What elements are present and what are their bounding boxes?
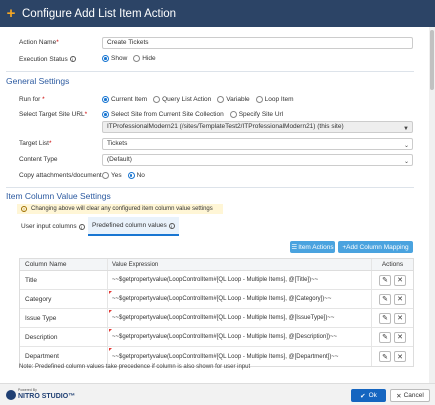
edit-icon[interactable]: ✎ (379, 274, 391, 286)
add-column-mapping-button[interactable]: +Add Column Mapping (338, 241, 413, 253)
table-row: Issue Type ~~$getpropertyvalue(LoopContr… (20, 309, 413, 328)
table-row: Description ~~$getpropertyvalue(LoopCont… (20, 328, 413, 347)
content-type-label: Content Type (19, 156, 58, 163)
table-header: Column Name Value Expression Actions (20, 259, 413, 271)
radio-loop-item[interactable]: Loop Item (255, 96, 294, 103)
tab-predefined-column-values[interactable]: Predefined column values i (88, 217, 179, 236)
target-site-label: Select Target Site URL* (19, 111, 88, 118)
execution-status-group: Show Hide (102, 55, 162, 62)
action-name-input[interactable]: Create Tickets (102, 37, 413, 49)
divider (6, 187, 414, 188)
footnote: Note: Predefined column values take prec… (19, 364, 251, 370)
info-icon: i (69, 56, 76, 63)
target-site-select[interactable]: ITProfessionalModern21 (/sites/TemplateT… (102, 121, 413, 133)
dialog-footer: Powered By NITRO STUDIO™ ✔ Ok ✕ Cancel (0, 383, 435, 405)
modified-flag-icon (109, 348, 112, 351)
close-icon[interactable]: ✕ (394, 274, 406, 286)
table-row: Title ~~$getpropertyvalue(LoopControlIte… (20, 271, 413, 290)
radio-hide[interactable]: Hide (133, 55, 156, 62)
info-icon: i (168, 222, 175, 229)
nitro-logo-icon (6, 389, 16, 400)
column-settings-title: Item Column Value Settings (6, 191, 111, 201)
chevron-down-icon: ⌄ (403, 143, 409, 149)
content-type-select[interactable]: (Default) ⌄ (102, 154, 413, 166)
scrollbar-thumb[interactable] (430, 30, 434, 90)
header-actions: Actions (381, 261, 404, 268)
close-icon[interactable]: ✕ (394, 312, 406, 324)
radio-yes[interactable]: Yes (102, 172, 122, 179)
radio-variable[interactable]: Variable (217, 96, 250, 103)
execution-status-label: Execution Status i (19, 56, 76, 63)
list-icon: ☰ (291, 244, 298, 251)
target-list-select[interactable]: Tickets ⌄ (102, 138, 413, 150)
close-icon[interactable]: ✕ (394, 351, 406, 362)
table-row: Category ~~$getpropertyvalue(LoopControl… (20, 290, 413, 309)
chevron-down-icon: ⌄ (403, 159, 409, 165)
column-mapping-table: Column Name Value Expression Actions Tit… (19, 258, 414, 367)
check-icon: ✔ (360, 392, 366, 400)
target-list-label: Target List* (19, 140, 52, 147)
item-actions-button[interactable]: ☰ Item Actions (290, 241, 335, 253)
close-icon: ✕ (396, 392, 402, 400)
divider (6, 71, 414, 72)
close-icon[interactable]: ✕ (394, 331, 406, 343)
run-for-label: Run for * (19, 96, 45, 103)
edit-icon[interactable]: ✎ (379, 312, 391, 324)
dialog-content[interactable]: Action Name* Create Tickets Execution St… (0, 27, 429, 383)
dialog-title: Configure Add List Item Action (22, 7, 177, 20)
close-icon[interactable]: ✕ (394, 293, 406, 305)
modified-flag-icon (109, 291, 112, 294)
modified-flag-icon (109, 329, 112, 332)
cancel-button[interactable]: ✕ Cancel (390, 389, 430, 402)
radio-specify-site-url[interactable]: Specify Site Url (229, 111, 283, 118)
edit-icon[interactable]: ✎ (379, 331, 391, 343)
header-column-name: Column Name (20, 259, 108, 270)
radio-select-site[interactable]: Select Site from Current Site Collection (102, 111, 224, 118)
copy-attachments-group: Yes No (102, 172, 151, 179)
caret-down-icon: ▼ (403, 126, 409, 132)
general-settings-title: General Settings (6, 76, 70, 86)
radio-no[interactable]: No (127, 172, 145, 179)
tab-user-input-columns[interactable]: User input columns i (17, 217, 89, 236)
plus-icon: + (6, 5, 16, 22)
header-value-expression: Value Expression (108, 259, 372, 270)
ok-button[interactable]: ✔ Ok (351, 389, 386, 402)
edit-icon[interactable]: ✎ (379, 293, 391, 305)
info-icon: i (78, 223, 85, 230)
edit-icon[interactable]: ✎ (379, 351, 391, 362)
radio-query-list-action[interactable]: Query List Action (153, 96, 211, 103)
modified-flag-icon (109, 310, 112, 313)
dialog-header: + Configure Add List Item Action (0, 0, 435, 27)
copy-attachments-label: Copy attachments/document (19, 172, 102, 179)
action-name-label: Action Name* (19, 39, 59, 46)
target-site-group: Select Site from Current Site Collection… (102, 111, 289, 118)
warning-icon: ! (21, 206, 27, 212)
brand-logo: Powered By NITRO STUDIO™ (6, 388, 75, 400)
run-for-group: Current Item Query List Action Variable … (102, 96, 300, 103)
radio-show[interactable]: Show (102, 55, 127, 62)
warning-banner: ! Changing above will clear any configur… (17, 204, 223, 214)
radio-current-item[interactable]: Current Item (102, 96, 147, 103)
